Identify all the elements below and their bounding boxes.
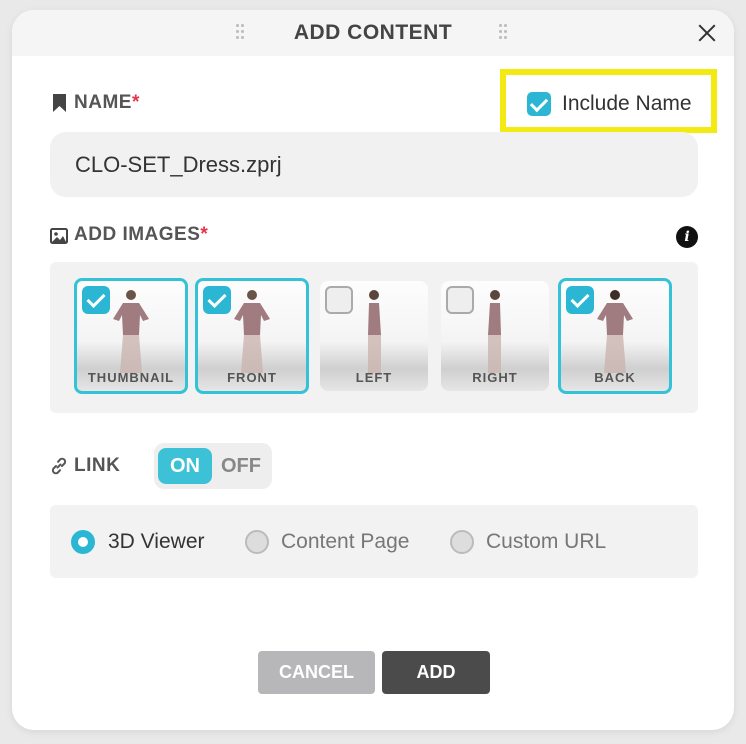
image-caption: THUMBNAIL bbox=[87, 370, 175, 385]
image-caption: FRONT bbox=[227, 370, 277, 385]
link-toggle[interactable]: ON OFF bbox=[154, 443, 272, 489]
garment-figure-icon bbox=[234, 290, 270, 373]
link-icon bbox=[51, 457, 67, 475]
radio-content-page[interactable] bbox=[245, 530, 269, 554]
image-thumb-left[interactable]: LEFT bbox=[320, 281, 428, 391]
dialog-title: ADD CONTENT bbox=[293, 21, 453, 44]
cancel-button[interactable]: CANCEL bbox=[258, 651, 375, 694]
image-caption: LEFT bbox=[355, 370, 393, 385]
radio-custom-url-label[interactable]: Custom URL bbox=[486, 530, 606, 554]
dialog-header[interactable]: ADD CONTENT bbox=[12, 10, 734, 56]
info-icon[interactable]: i bbox=[676, 226, 698, 248]
back-checkbox[interactable] bbox=[566, 286, 594, 314]
image-thumb-back[interactable]: BACK bbox=[558, 278, 672, 394]
name-label: NAME* bbox=[74, 92, 140, 113]
image-thumb-thumbnail[interactable]: THUMBNAIL bbox=[74, 278, 188, 394]
name-field[interactable]: CLO-SET_Dress.zprj bbox=[50, 132, 698, 197]
radio-content-page-label[interactable]: Content Page bbox=[281, 530, 409, 554]
link-label: LINK bbox=[74, 455, 121, 476]
radio-3d-viewer-label[interactable]: 3D Viewer bbox=[108, 530, 205, 554]
garment-figure-icon bbox=[597, 290, 633, 373]
garment-figure-icon bbox=[113, 290, 149, 373]
include-name-label[interactable]: Include Name bbox=[562, 92, 692, 116]
image-icon bbox=[50, 228, 68, 244]
radio-custom-url[interactable] bbox=[450, 530, 474, 554]
garment-figure-icon bbox=[488, 290, 501, 373]
drag-handle-right-icon[interactable] bbox=[499, 24, 509, 42]
radio-3d-viewer[interactable] bbox=[71, 530, 95, 554]
left-checkbox[interactable] bbox=[325, 286, 353, 314]
image-caption: RIGHT bbox=[472, 370, 518, 385]
add-button[interactable]: ADD bbox=[382, 651, 490, 694]
image-thumb-right[interactable]: RIGHT bbox=[441, 281, 549, 391]
toggle-on-option[interactable]: ON bbox=[158, 448, 212, 484]
front-checkbox[interactable] bbox=[203, 286, 231, 314]
bookmark-icon bbox=[53, 94, 66, 112]
include-name-checkbox[interactable] bbox=[527, 92, 551, 116]
close-icon[interactable] bbox=[696, 22, 718, 44]
toggle-off-option[interactable]: OFF bbox=[218, 448, 264, 484]
image-caption: BACK bbox=[594, 370, 636, 385]
image-thumb-front[interactable]: FRONT bbox=[195, 278, 309, 394]
thumbnail-checkbox[interactable] bbox=[82, 286, 110, 314]
add-content-dialog: ADD CONTENT NAME* Include Name CLO-SET_D… bbox=[12, 10, 734, 730]
right-checkbox[interactable] bbox=[446, 286, 474, 314]
garment-figure-icon bbox=[368, 290, 381, 373]
add-images-label: ADD IMAGES* bbox=[74, 224, 209, 245]
